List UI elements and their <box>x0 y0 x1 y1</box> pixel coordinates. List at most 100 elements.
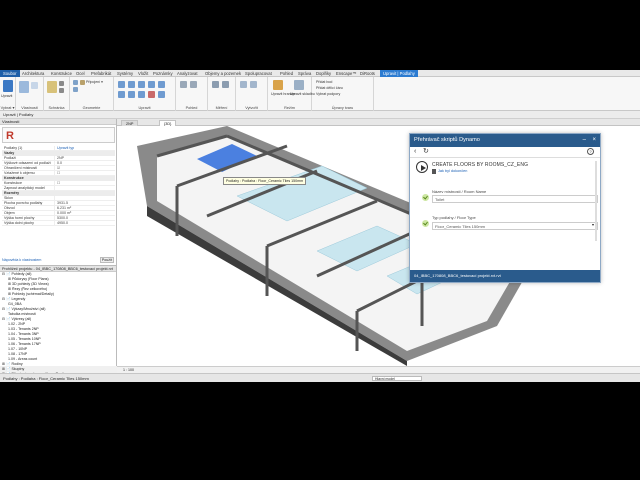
edit-boundary-icon[interactable] <box>273 80 283 90</box>
tab-precast[interactable]: Prefabrikát <box>91 70 111 77</box>
cut-geometry-icon[interactable] <box>73 87 78 92</box>
prop-key: Podlaží <box>4 156 16 160</box>
file-tab[interactable]: Soubor <box>0 70 20 77</box>
tab-architecture[interactable]: Architektura <box>22 70 44 77</box>
status-bar: Podlahy : Podlaha : Floor_Ceramic Tiles … <box>0 373 640 382</box>
revit-window: Soubor Architektura Konstrukce Ocel Pref… <box>0 70 640 382</box>
add-point-button[interactable]: Přidat bod <box>316 80 332 84</box>
browser-tree: ⊟ 📄 Pohledy (all) ⊞ Půdorysy (Floor Plans… <box>0 272 116 377</box>
tab-analyze[interactable]: Analyzovat <box>177 70 197 77</box>
delete-icon[interactable] <box>148 91 155 98</box>
cut-icon[interactable] <box>59 81 64 86</box>
prop-value[interactable]: ☐ <box>54 171 115 175</box>
dynamo-scrollbar[interactable] <box>595 161 597 241</box>
script-status: Jak byl dokončen <box>438 169 468 173</box>
tab-enscape[interactable]: Enscape™ <box>336 70 356 77</box>
prop-value: 0.000 m³ <box>54 211 115 215</box>
properties-help-link[interactable]: Nápověda k vlastnostem <box>2 257 115 263</box>
status-text: Podlahy : Podlaha : Floor_Ceramic Tiles … <box>3 376 89 381</box>
paste-icon[interactable] <box>47 81 57 93</box>
dynamo-title-bar: Přehrávač skriptů Dynamo – × <box>410 134 600 147</box>
panel-select: Upravit Vybrat ▾ <box>0 77 16 111</box>
tab-view[interactable]: Pohled <box>280 70 293 77</box>
properties-palette: Vlastnosti R Podlahy (1) Upravit typ Vazb… <box>0 119 117 265</box>
panel-label: Vlastnosti <box>21 106 38 110</box>
panel-properties: Vlastnosti <box>16 77 44 111</box>
prop-key: Výška horní plochy <box>4 216 35 220</box>
align-icon[interactable] <box>118 81 125 88</box>
mirror-icon[interactable] <box>138 81 145 88</box>
panel-label: Měření <box>215 106 228 110</box>
move-icon[interactable] <box>148 81 155 88</box>
active-model-field[interactable]: Hlavní model <box>372 376 422 381</box>
measure-icon[interactable] <box>212 81 219 88</box>
instance-filter[interactable]: Podlahy (1) <box>2 146 54 150</box>
view-control-bar[interactable]: 1 : 100 <box>117 366 640 373</box>
tab-insert[interactable]: Vložit <box>138 70 148 77</box>
prop-key: Sklon <box>4 196 13 200</box>
array-icon[interactable] <box>158 91 165 98</box>
minimize-icon[interactable]: – <box>583 134 586 147</box>
floor-type-select[interactable]: Floor_Ceramic Tiles 150mm <box>432 222 598 230</box>
prop-value[interactable] <box>54 186 115 190</box>
join-button-label[interactable]: Připojení ▾ <box>86 80 103 84</box>
panel-modify: Upravit <box>114 77 176 111</box>
pick-supports-button[interactable]: Vybrat podpory <box>316 92 340 96</box>
panel-label: Geometrie <box>82 106 101 110</box>
tab-structure[interactable]: Konstrukce <box>51 70 72 77</box>
refresh-icon[interactable]: ↻ <box>423 147 429 155</box>
hide-icon[interactable] <box>180 81 187 88</box>
cope-icon[interactable] <box>73 80 78 85</box>
field-check-icon <box>422 194 429 201</box>
type-properties-icon[interactable] <box>31 82 38 89</box>
edit-assembly-icon[interactable] <box>294 80 304 90</box>
type-selector[interactable]: R <box>2 127 115 143</box>
create-parts-icon[interactable] <box>240 81 247 88</box>
rotate-icon[interactable] <box>118 91 125 98</box>
offset-icon[interactable] <box>128 81 135 88</box>
back-icon[interactable]: ‹ <box>414 148 416 155</box>
modify-arrow-icon[interactable] <box>3 80 13 92</box>
tab-massing[interactable]: Objemy a pozemek <box>205 70 241 77</box>
apply-button[interactable]: Použít <box>100 257 114 263</box>
split-icon[interactable] <box>138 91 145 98</box>
panel-create: Vytvořit <box>236 77 268 111</box>
tab-annotate[interactable]: Poznámky <box>153 70 173 77</box>
view-tabs: 2NP {3D} <box>117 119 640 126</box>
edit-type-button[interactable]: Upravit typ <box>54 146 115 150</box>
tab-manage[interactable]: Správa <box>298 70 311 77</box>
prop-value[interactable]: 2NP <box>54 156 115 160</box>
options-bar: Upravit | Podlahy <box>0 111 640 119</box>
chevron-down-icon[interactable]: ▾ <box>592 222 594 227</box>
close-icon[interactable]: × <box>592 134 596 147</box>
copy-element-icon[interactable] <box>158 81 165 88</box>
help-icon[interactable]: ? <box>587 148 594 155</box>
prop-value[interactable]: 0.0 <box>54 161 115 165</box>
trim-icon[interactable] <box>128 91 135 98</box>
prop-value[interactable]: ☑ <box>54 166 115 170</box>
tab-steel[interactable]: Ocel <box>76 70 85 77</box>
room-name-input[interactable]: Toilet <box>432 195 598 203</box>
play-icon[interactable] <box>416 161 428 173</box>
copy-icon[interactable] <box>59 88 64 93</box>
prop-value[interactable]: ☐ <box>54 181 115 185</box>
trash-icon[interactable] <box>432 169 436 174</box>
panel-measure: Měření <box>208 77 236 111</box>
element-tooltip: Podlahy : Podlaha : Floor_Ceramic Tiles … <box>223 177 307 185</box>
tab-diroots[interactable]: DiRoots <box>360 70 375 77</box>
tab-collaborate[interactable]: Spolupracovat <box>245 70 272 77</box>
tab-systems[interactable]: Systémy <box>117 70 133 77</box>
create-group-icon[interactable] <box>250 81 257 88</box>
dimension-icon[interactable] <box>222 81 229 88</box>
panel-label: Úpravy tvaru <box>331 106 354 110</box>
join-icon[interactable] <box>80 80 85 85</box>
override-icon[interactable] <box>190 81 197 88</box>
panel-view: Pohled <box>176 77 208 111</box>
properties-icon[interactable] <box>19 81 29 93</box>
panel-clipboard: Schránka <box>44 77 70 111</box>
add-split-line-button[interactable]: Přidat dělicí čáru <box>316 86 343 90</box>
panel-label: Upravit <box>138 106 151 110</box>
prop-value: 4950.0 <box>54 221 115 225</box>
tab-addins[interactable]: Doplňky <box>316 70 331 77</box>
tab-modify-floors[interactable]: Upravit | Podlahy <box>380 70 418 77</box>
